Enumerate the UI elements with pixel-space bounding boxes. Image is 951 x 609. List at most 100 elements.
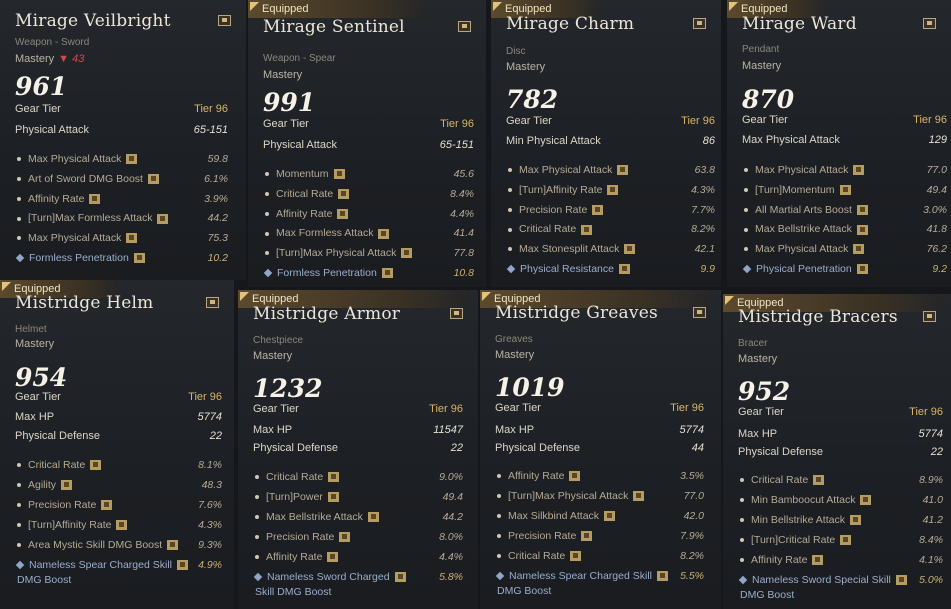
stat-value: 76.2 — [926, 243, 947, 256]
stat-row: [Turn]Affinity Rate — [17, 519, 128, 531]
gear-card[interactable]: Equipped Mirage Charm Disc Mastery 782 Gear T… — [491, 0, 721, 287]
lock-icon[interactable] — [923, 18, 936, 29]
tune-lock-icon[interactable] — [895, 575, 907, 586]
tune-lock-icon[interactable] — [592, 204, 604, 215]
diamond-bullet-icon — [495, 571, 505, 581]
bullet-icon — [17, 543, 21, 548]
stat-label: Nameless Spear Charged Skill — [29, 559, 172, 571]
gear-card[interactable]: Equipped Mirage Sentinel Weapon - Spear Mas… — [248, 0, 486, 287]
stat-row: Max Physical Attack — [17, 153, 138, 165]
gear-card[interactable]: Mirage Veilbright Weapon - Sword Mastery ▼ … — [0, 0, 246, 280]
primary-stat-label: Max HP — [15, 411, 55, 423]
tune-lock-icon[interactable] — [856, 204, 868, 215]
item-name: Mirage Charm — [506, 14, 635, 34]
tune-lock-icon[interactable] — [656, 571, 668, 582]
tune-lock-icon[interactable] — [856, 224, 868, 235]
equipped-corner-icon — [250, 2, 259, 11]
lock-icon[interactable] — [450, 308, 463, 319]
stat-row: Affinity Rate — [497, 470, 581, 482]
tune-lock-icon[interactable] — [176, 560, 188, 571]
gear-card[interactable]: Equipped Mistridge Helm Helmet Mastery 954 Ge… — [0, 280, 234, 609]
tune-lock-icon[interactable] — [856, 264, 868, 275]
tune-lock-icon[interactable] — [327, 552, 339, 563]
tune-lock-icon[interactable] — [633, 491, 645, 502]
tune-lock-icon[interactable] — [853, 244, 865, 255]
equipped-corner-icon — [482, 292, 491, 301]
tune-lock-icon[interactable] — [367, 512, 379, 523]
tune-lock-icon[interactable] — [147, 174, 159, 185]
tune-lock-icon[interactable] — [624, 244, 636, 255]
gear-card[interactable]: Equipped Mirage Ward Pendant Mastery 870 Gear… — [727, 0, 951, 287]
lock-icon[interactable] — [693, 307, 706, 318]
stat-label: Nameless Sword Special Skill — [752, 574, 891, 586]
item-type: Weapon - Sword — [15, 37, 90, 48]
tune-lock-icon[interactable] — [617, 165, 629, 176]
tune-lock-icon[interactable] — [337, 208, 349, 219]
tune-lock-icon[interactable] — [604, 511, 616, 522]
stat-value: 42.0 — [683, 510, 704, 522]
item-type: Chestpiece — [253, 335, 304, 346]
lock-icon[interactable] — [218, 15, 231, 26]
tune-lock-icon[interactable] — [328, 472, 340, 483]
mastery-row: Mastery — [253, 350, 292, 362]
tune-lock-icon[interactable] — [333, 169, 345, 180]
stat-label: Critical Rate — [508, 550, 566, 562]
tune-lock-icon[interactable] — [90, 460, 102, 471]
tune-lock-icon[interactable] — [101, 500, 113, 511]
tune-lock-icon[interactable] — [126, 154, 138, 165]
tune-lock-icon[interactable] — [126, 233, 138, 244]
stat-label: Max Physical Attack — [28, 232, 122, 245]
tune-lock-icon[interactable] — [849, 515, 861, 526]
stat-row: Critical Rate — [255, 471, 340, 483]
tune-lock-icon[interactable] — [581, 531, 593, 542]
bullet-icon — [17, 503, 21, 508]
lock-icon[interactable] — [923, 311, 936, 322]
tune-lock-icon[interactable] — [381, 268, 393, 279]
tune-lock-icon[interactable] — [860, 495, 872, 506]
stat-value: 5.0% — [919, 574, 943, 586]
stat-row: [Turn]Power — [255, 491, 339, 503]
stat-value: 4.3% — [691, 183, 715, 196]
stat-row: Critical Rate — [508, 223, 593, 235]
tune-lock-icon[interactable] — [61, 480, 73, 491]
tune-lock-icon[interactable] — [853, 165, 865, 176]
stat-row: Momentum — [265, 168, 345, 180]
tune-lock-icon[interactable] — [581, 224, 593, 235]
gear-card[interactable]: Equipped Mistridge Armor Chestpiece Mastery… — [238, 290, 478, 609]
tune-lock-icon[interactable] — [327, 492, 339, 503]
tune-lock-icon[interactable] — [618, 264, 630, 275]
tune-lock-icon[interactable] — [167, 540, 179, 551]
tune-lock-icon[interactable] — [394, 572, 406, 583]
tune-lock-icon[interactable] — [116, 520, 128, 531]
tune-lock-icon[interactable] — [157, 213, 169, 224]
stat-label: [Turn]Affinity Rate — [519, 183, 603, 196]
gear-card[interactable]: Equipped Mistridge Greaves Greaves Mastery 1… — [480, 290, 721, 609]
tune-lock-icon[interactable] — [339, 532, 351, 543]
stat-value: 10.2 — [207, 252, 228, 264]
stat-value: 41.4 — [453, 227, 474, 240]
lock-icon[interactable] — [693, 18, 706, 29]
tune-lock-icon[interactable] — [569, 471, 581, 482]
stat-value: 8.0% — [439, 531, 463, 543]
tune-lock-icon[interactable] — [89, 193, 101, 204]
lock-icon[interactable] — [458, 21, 471, 32]
stat-row: All Martial Arts Boost — [744, 204, 868, 216]
tune-lock-icon[interactable] — [570, 551, 582, 562]
tune-lock-icon[interactable] — [401, 248, 413, 259]
lock-icon[interactable] — [206, 297, 219, 308]
tune-lock-icon[interactable] — [839, 185, 851, 196]
tune-lock-icon[interactable] — [813, 475, 825, 486]
tune-lock-icon[interactable] — [338, 189, 350, 200]
tune-lock-icon[interactable] — [378, 228, 390, 239]
gear-tier-label: Gear Tier — [15, 103, 61, 115]
equipped-banner: Equipped — [248, 0, 428, 18]
equipped-corner-icon — [725, 296, 734, 305]
special-stat-row: Nameless Spear Charged Skill — [15, 559, 188, 571]
tune-lock-icon[interactable] — [840, 535, 852, 546]
tune-lock-icon[interactable] — [812, 555, 824, 566]
tune-lock-icon[interactable] — [133, 253, 145, 264]
gear-card[interactable]: Equipped Mistridge Bracers Bracer Mastery 95… — [723, 294, 951, 609]
tune-lock-icon[interactable] — [607, 185, 619, 196]
mastery-row: Mastery — [506, 61, 545, 73]
item-type: Weapon - Spear — [263, 53, 336, 64]
